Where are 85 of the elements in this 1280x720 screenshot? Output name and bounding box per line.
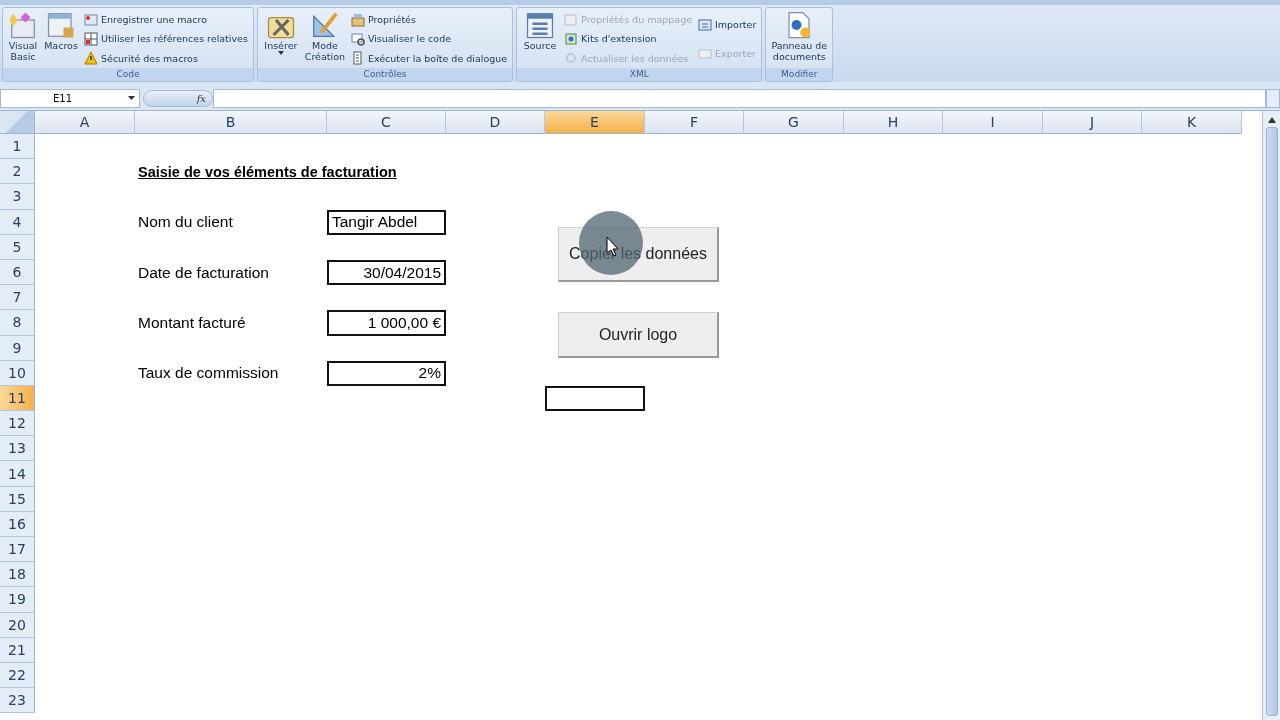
field-label: Nom du client (137, 212, 234, 233)
source-icon (525, 10, 556, 40)
row-header[interactable]: 14 (0, 461, 35, 487)
ribbon-button[interactable]: Source (520, 10, 561, 68)
column-header[interactable]: J (1043, 111, 1142, 134)
ribbon-item[interactable]: Importer (698, 17, 757, 32)
row-header[interactable]: 23 (0, 688, 35, 714)
insert-function-button[interactable]: fx (143, 89, 213, 107)
up-arrow-icon[interactable] (1267, 117, 1276, 123)
import-icon (698, 17, 713, 32)
kits-icon (564, 32, 579, 46)
ribbon-button[interactable]: Panneau de documents (769, 10, 830, 68)
column-header[interactable]: A (35, 111, 135, 134)
row-header[interactable]: 5 (0, 234, 35, 260)
row-header[interactable]: 4 (0, 209, 35, 235)
ribbon-item[interactable]: Exécuter la boîte de dialogue (350, 51, 508, 66)
ribbon-button[interactable]: Visual Basic (6, 10, 40, 68)
code-icon (350, 32, 365, 46)
column-header[interactable]: H (844, 111, 943, 134)
dropdown-icon[interactable] (128, 96, 135, 100)
column-header[interactable]: K (1142, 111, 1242, 134)
row-header[interactable]: 19 (0, 587, 35, 613)
column-header[interactable]: C (327, 111, 446, 134)
formula-field[interactable] (213, 88, 1266, 108)
row-header[interactable]: 21 (0, 637, 35, 663)
field-label: Montant facturé (137, 312, 247, 333)
row-header[interactable]: 20 (0, 612, 35, 638)
expand-button[interactable] (1266, 88, 1280, 108)
vb-icon (8, 10, 38, 40)
row-header[interactable]: 17 (0, 537, 35, 563)
warning-icon (84, 51, 98, 66)
map-icon (564, 12, 579, 27)
row-header[interactable]: 11 (0, 385, 35, 412)
column-header[interactable]: G (744, 111, 844, 134)
vertical-scrollbar[interactable] (1262, 111, 1280, 720)
group-label: XML (517, 68, 762, 81)
row-header[interactable]: 1 (0, 134, 35, 160)
ribbon-item[interactable]: Visualiser le code (350, 32, 508, 46)
row-header[interactable]: 7 (0, 285, 35, 311)
macros-icon (46, 10, 76, 40)
row-header[interactable]: 18 (0, 562, 35, 588)
ribbon-button[interactable]: Insérer (260, 10, 301, 68)
column-header[interactable]: I (943, 111, 1043, 134)
macro-button[interactable]: Ouvrir logo (558, 312, 719, 358)
ribbon-button[interactable]: Macros (42, 10, 80, 68)
row-header[interactable]: 16 (0, 511, 35, 537)
row-header[interactable]: 15 (0, 486, 35, 512)
record-icon (84, 12, 98, 27)
export-icon (698, 46, 713, 61)
row-header[interactable]: 13 (0, 436, 35, 462)
input-cell[interactable]: 2% (327, 360, 446, 386)
ribbon-item[interactable]: Kits d'extension (564, 32, 693, 46)
relative-icon (84, 32, 98, 46)
select-all-button[interactable] (0, 111, 35, 134)
input-cell[interactable]: 30/04/2015 (327, 259, 446, 286)
dialog-icon (350, 51, 365, 66)
name-box[interactable]: E11 (0, 88, 140, 108)
row-header[interactable]: 12 (0, 411, 35, 437)
group-label: Modifier (766, 68, 833, 81)
ribbon-button[interactable]: Mode Création (302, 10, 347, 68)
refresh-icon (564, 51, 579, 66)
active-cell[interactable] (545, 385, 645, 412)
field-label: Date de facturation (137, 262, 270, 283)
ribbon-item[interactable]: Sécurité des macros (84, 51, 248, 66)
row-header[interactable]: 22 (0, 662, 35, 689)
group-label: Code (3, 68, 253, 81)
input-cell[interactable]: Tangir Abdel (327, 209, 446, 235)
column-header[interactable]: B (135, 111, 327, 134)
row-header[interactable]: 9 (0, 335, 35, 361)
row-header[interactable]: 8 (0, 310, 35, 336)
ribbon-item[interactable]: Utiliser les références relatives (84, 32, 248, 46)
props-icon (350, 12, 365, 27)
column-header[interactable]: D (446, 111, 545, 134)
column-header[interactable]: F (645, 111, 744, 134)
group-label: Contrôles (257, 68, 513, 81)
row-header[interactable]: 6 (0, 259, 35, 286)
row-header[interactable]: 3 (0, 184, 35, 210)
ribbon-item[interactable]: Enregistrer une macro (84, 12, 248, 27)
form-title: Saisie de vos éléments de facturation (137, 162, 398, 182)
column-header[interactable]: E (545, 111, 645, 134)
row-header[interactable]: 2 (0, 159, 35, 185)
field-label: Taux de commission (137, 363, 280, 384)
row-header[interactable]: 10 (0, 360, 35, 386)
input-cell[interactable]: 1 000,00 € (327, 310, 446, 336)
ribbon-item[interactable]: Propriétés (350, 12, 508, 27)
